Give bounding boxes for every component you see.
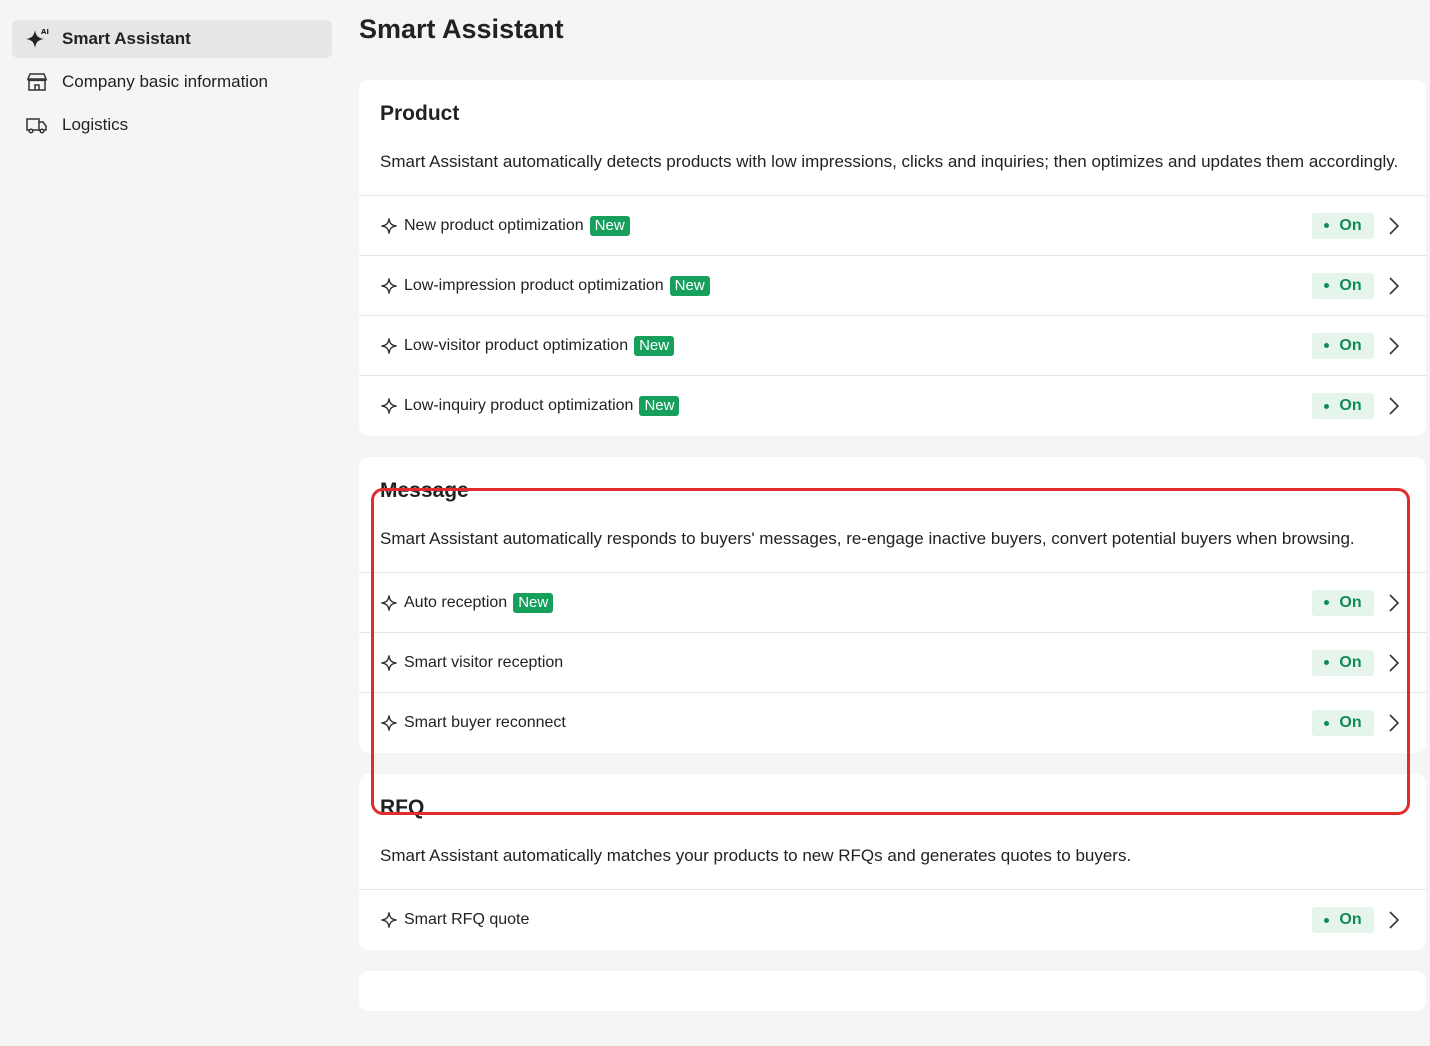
truck-icon <box>24 112 50 138</box>
sidebar-item-company-info[interactable]: Company basic information <box>12 63 332 101</box>
section-rfq: RFQ Smart Assistant automatically matche… <box>359 774 1426 950</box>
sparkle-icon <box>380 276 400 296</box>
list-item[interactable]: Smart visitor reception On <box>359 633 1426 693</box>
section-next <box>359 971 1426 1011</box>
row-label: Low-inquiry product optimization <box>404 397 634 414</box>
svg-text:AI: AI <box>41 28 49 36</box>
row-label: Smart visitor reception <box>404 653 564 671</box>
sidebar-item-logistics[interactable]: Logistics <box>12 106 332 144</box>
sparkle-icon <box>380 653 400 673</box>
list-item[interactable]: Low-impression product optimization New … <box>359 256 1426 316</box>
row-label: Smart buyer reconnect <box>404 714 566 731</box>
new-badge: New <box>669 275 710 296</box>
chevron-right-icon[interactable] <box>1383 909 1405 931</box>
sidebar-item-smart-assistant[interactable]: AI Smart Assistant <box>12 20 332 58</box>
sparkle-icon <box>380 593 400 613</box>
status-badge: On <box>1312 272 1374 299</box>
sparkle-icon <box>380 396 400 416</box>
sparkle-icon <box>380 336 400 356</box>
sparkle-icon <box>380 216 400 236</box>
new-badge: New <box>634 335 675 356</box>
row-label: New product optimization <box>404 216 584 234</box>
sidebar-item-label: Logistics <box>62 115 129 134</box>
chevron-right-icon[interactable] <box>1383 395 1405 417</box>
chevron-right-icon[interactable] <box>1383 652 1405 674</box>
list-item[interactable]: Smart buyer reconnect On <box>359 693 1426 753</box>
status-badge: On <box>1312 212 1374 239</box>
new-badge: New <box>639 396 680 416</box>
section-message: Message Smart Assistant automatically re… <box>359 457 1426 753</box>
section-title: Message <box>380 479 469 502</box>
sparkle-icon <box>380 713 400 733</box>
main-content: Smart Assistant Product Smart Assistant … <box>359 0 1426 1032</box>
chevron-right-icon[interactable] <box>1383 592 1405 614</box>
list-item[interactable]: Auto reception New On <box>359 573 1426 633</box>
section-title: Product <box>380 102 460 125</box>
page-title: Smart Assistant <box>359 14 564 44</box>
row-label: Low-visitor product optimization <box>404 336 629 354</box>
status-badge: On <box>1312 332 1374 359</box>
new-badge: New <box>589 215 630 236</box>
chevron-right-icon[interactable] <box>1383 275 1405 297</box>
status-badge: On <box>1312 907 1374 933</box>
section-header: Product Smart Assistant automatically de… <box>359 80 1426 196</box>
section-product: Product Smart Assistant automatically de… <box>359 80 1426 436</box>
chevron-right-icon[interactable] <box>1383 712 1405 734</box>
section-header: Message Smart Assistant automatically re… <box>359 457 1426 573</box>
status-badge: On <box>1312 710 1374 736</box>
section-description: Smart Assistant automatically responds t… <box>380 529 1355 548</box>
chevron-right-icon[interactable] <box>1383 335 1405 357</box>
row-label: Low-impression product optimization <box>404 276 664 294</box>
list-item[interactable]: New product optimization New On <box>359 196 1426 256</box>
new-badge: New <box>513 592 554 613</box>
list-item[interactable]: Low-inquiry product optimization New On <box>359 376 1426 436</box>
section-header: RFQ Smart Assistant automatically matche… <box>359 774 1426 890</box>
list-item[interactable]: Low-visitor product optimization New On <box>359 316 1426 376</box>
ai-sparkle-icon: AI <box>24 26 50 52</box>
store-icon <box>24 69 50 95</box>
list-item[interactable]: Smart RFQ quote On <box>359 890 1426 950</box>
status-badge: On <box>1312 393 1374 419</box>
section-title: RFQ <box>380 796 425 819</box>
sidebar: AI Smart Assistant Company basic informa… <box>0 0 344 1046</box>
sidebar-item-label: Company basic information <box>62 72 268 91</box>
row-label: Smart RFQ quote <box>404 911 530 928</box>
status-badge: On <box>1312 589 1374 616</box>
sparkle-icon <box>380 910 400 930</box>
sidebar-item-label: Smart Assistant <box>62 29 191 48</box>
chevron-right-icon[interactable] <box>1383 215 1405 237</box>
status-badge: On <box>1312 649 1374 676</box>
section-description: Smart Assistant automatically matches yo… <box>380 846 1132 865</box>
section-description: Smart Assistant automatically detects pr… <box>380 152 1399 171</box>
row-label: Auto reception <box>404 593 508 611</box>
